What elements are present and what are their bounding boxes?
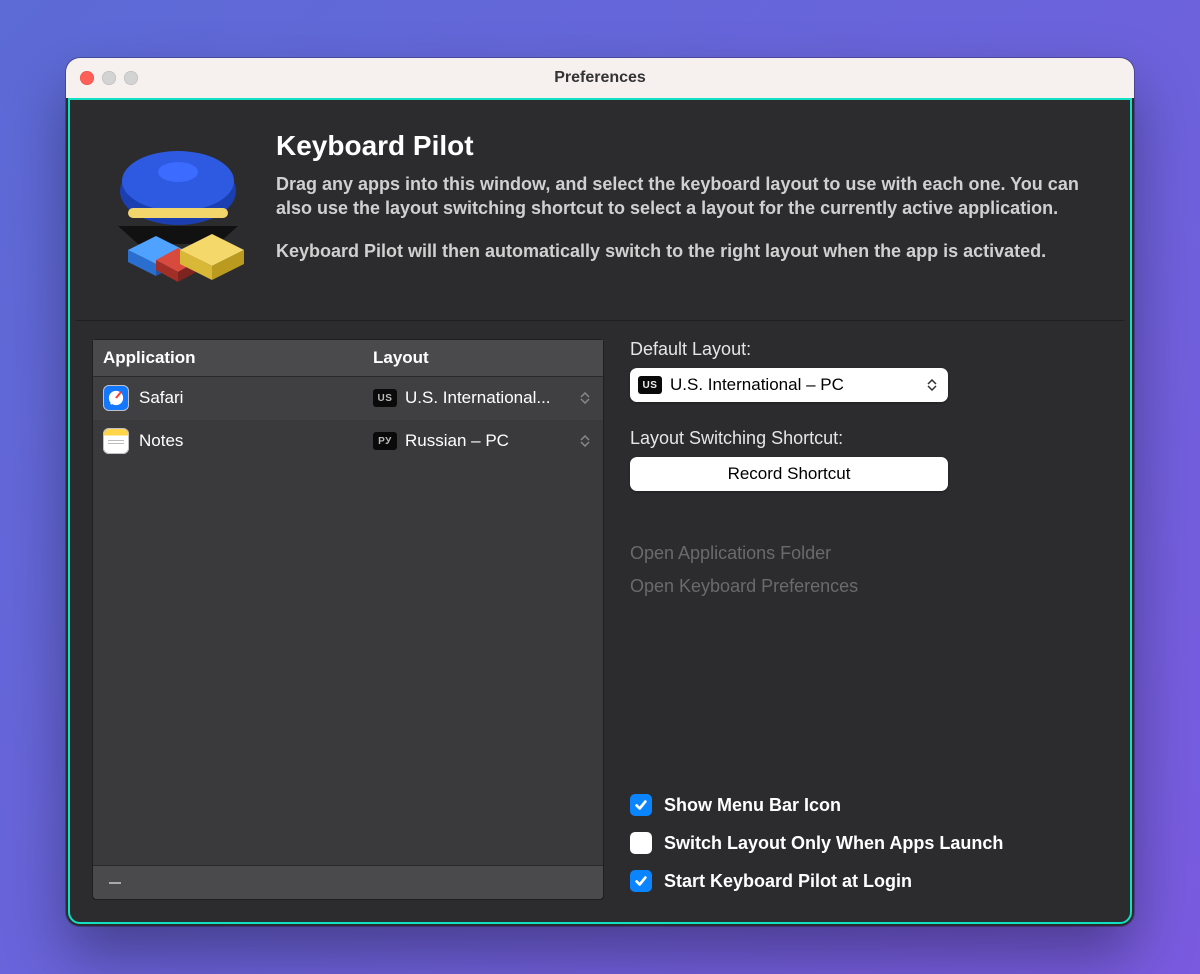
app-name-cell: Safari bbox=[139, 388, 183, 408]
checkbox-label: Switch Layout Only When Apps Launch bbox=[664, 833, 1003, 854]
window-title: Preferences bbox=[66, 69, 1134, 87]
record-shortcut-button[interactable]: Record Shortcut bbox=[630, 457, 948, 491]
shortcut-label: Layout Switching Shortcut: bbox=[630, 428, 1108, 449]
checkbox-icon bbox=[630, 870, 652, 892]
flag-badge: US bbox=[373, 389, 397, 407]
table-row[interactable]: Notes РУ Russian – PC bbox=[93, 420, 603, 463]
checkbox-icon bbox=[630, 832, 652, 854]
start-at-login-checkbox[interactable]: Start Keyboard Pilot at Login bbox=[630, 870, 1108, 892]
checkbox-icon bbox=[630, 794, 652, 816]
app-description-1: Drag any apps into this window, and sele… bbox=[276, 172, 1102, 221]
checkbox-label: Start Keyboard Pilot at Login bbox=[664, 871, 912, 892]
side-panel: Default Layout: US U.S. International – … bbox=[630, 339, 1108, 900]
open-applications-folder-button[interactable]: Open Applications Folder bbox=[630, 537, 1108, 570]
app-name-cell: Notes bbox=[139, 431, 183, 451]
table-header: Application Layout bbox=[93, 340, 603, 377]
layout-select[interactable]: РУ Russian – PC bbox=[373, 431, 593, 451]
header-text: Keyboard Pilot Drag any apps into this w… bbox=[276, 126, 1102, 286]
preferences-window: Preferences bbox=[66, 58, 1134, 926]
stepper-icon[interactable] bbox=[577, 431, 593, 451]
zoom-button[interactable] bbox=[124, 71, 138, 85]
default-layout-popup[interactable]: US U.S. International – PC bbox=[630, 368, 948, 402]
table-footer bbox=[93, 865, 603, 899]
checkbox-group: Show Menu Bar Icon Switch Layout Only Wh… bbox=[630, 794, 1108, 892]
app-icon bbox=[98, 126, 258, 286]
window-content: Keyboard Pilot Drag any apps into this w… bbox=[68, 98, 1132, 924]
header: Keyboard Pilot Drag any apps into this w… bbox=[70, 100, 1130, 320]
table-row[interactable]: Safari US U.S. International... bbox=[93, 377, 603, 420]
layout-name-cell: U.S. International... bbox=[405, 388, 551, 408]
layout-name-cell: Russian – PC bbox=[405, 431, 509, 451]
applications-table: Application Layout Safari US U.S. Intern… bbox=[92, 339, 604, 900]
notes-icon bbox=[103, 428, 129, 454]
app-description-2: Keyboard Pilot will then automatically s… bbox=[276, 239, 1102, 263]
switch-layout-on-launch-checkbox[interactable]: Switch Layout Only When Apps Launch bbox=[630, 832, 1108, 854]
default-layout-value: U.S. International – PC bbox=[670, 375, 844, 395]
default-layout-section: Default Layout: US U.S. International – … bbox=[630, 339, 1108, 402]
default-layout-label: Default Layout: bbox=[630, 339, 1108, 360]
column-header-layout: Layout bbox=[373, 348, 593, 368]
show-menu-bar-icon-checkbox[interactable]: Show Menu Bar Icon bbox=[630, 794, 1108, 816]
stepper-icon[interactable] bbox=[577, 388, 593, 408]
shortcut-section: Layout Switching Shortcut: Record Shortc… bbox=[630, 428, 1108, 491]
column-header-application: Application bbox=[103, 348, 373, 368]
traffic-lights bbox=[80, 71, 138, 85]
stepper-icon bbox=[924, 375, 940, 395]
table-body[interactable]: Safari US U.S. International... bbox=[93, 377, 603, 865]
links-section: Open Applications Folder Open Keyboard P… bbox=[630, 537, 1108, 603]
record-shortcut-label: Record Shortcut bbox=[728, 464, 851, 484]
checkbox-label: Show Menu Bar Icon bbox=[664, 795, 841, 816]
minimize-button[interactable] bbox=[102, 71, 116, 85]
app-title: Keyboard Pilot bbox=[276, 130, 1102, 162]
flag-badge: РУ bbox=[373, 432, 397, 450]
flag-badge: US bbox=[638, 376, 662, 394]
window-titlebar[interactable]: Preferences bbox=[66, 58, 1134, 98]
remove-row-button[interactable] bbox=[105, 873, 125, 893]
close-button[interactable] bbox=[80, 71, 94, 85]
main-area: Application Layout Safari US U.S. Intern… bbox=[70, 321, 1130, 922]
open-keyboard-preferences-button[interactable]: Open Keyboard Preferences bbox=[630, 570, 1108, 603]
safari-icon bbox=[103, 385, 129, 411]
layout-select[interactable]: US U.S. International... bbox=[373, 388, 593, 408]
